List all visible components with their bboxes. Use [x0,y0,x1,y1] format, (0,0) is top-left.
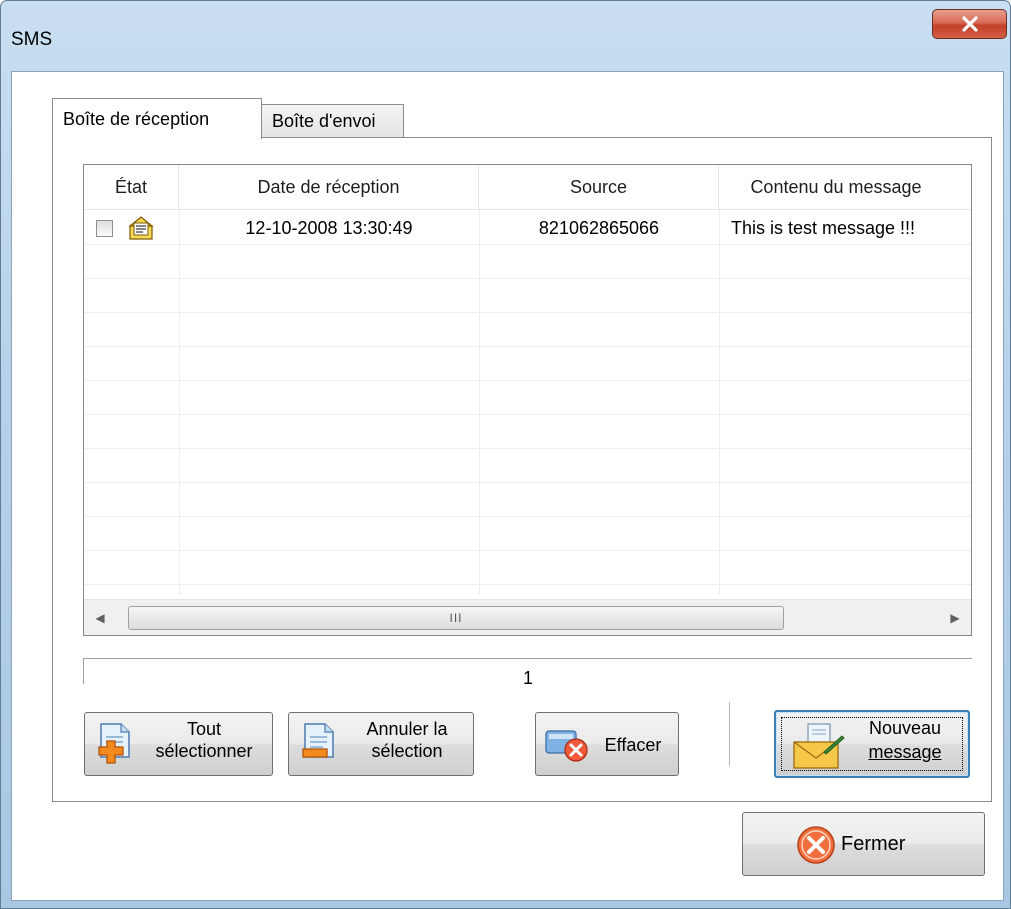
column-header-date[interactable]: Date de réception [179,165,479,210]
empty-row [84,517,971,551]
close-circle-icon [797,826,835,864]
scroll-right-icon[interactable]: ▶ [945,608,965,628]
column-content-label: Contenu du message [750,177,922,197]
close-label: Fermer [841,833,906,855]
column-status-label: État [114,177,148,197]
deselect-icon [302,723,334,758]
title-bar[interactable]: SMS [1,1,1010,71]
row-date: 12-10-2008 13:30:49 [245,217,413,238]
tab-outbox[interactable]: Boîte d'envoi [261,104,404,138]
delete-button[interactable]: Effacer [535,712,679,776]
tab-inbox-label: Boîte de réception [63,108,210,129]
column-date-label: Date de réception [257,177,400,197]
scroll-grip-icon: III [449,611,463,625]
list-header: État Date de réception Source Contenu du… [84,165,971,210]
new-message-label-2: message [868,742,942,762]
scrollbar-thumb[interactable]: III [128,606,784,630]
unread-envelope-icon [128,216,154,240]
select-all-label-1: Tout [186,719,222,739]
select-all-button[interactable]: Tout sélectionner [84,712,273,776]
message-list[interactable]: État Date de réception Source Contenu du… [83,164,972,636]
new-message-icon [793,723,845,769]
button-separator [729,702,730,766]
column-source-label: Source [569,177,628,197]
table-row[interactable]: 12-10-2008 13:30:49 821062865066 This is… [84,211,971,245]
delete-icon [545,730,588,762]
empty-row [84,279,971,313]
empty-row [84,415,971,449]
page-number: 1 [523,668,534,688]
deselect-label-2: sélection [371,741,443,761]
column-header-status[interactable]: État [84,165,179,210]
tab-inbox[interactable]: Boîte de réception [52,98,262,139]
pager-divider [83,658,972,659]
close-icon [961,16,978,32]
empty-row [84,313,971,347]
scroll-left-icon[interactable]: ◀ [90,608,110,628]
empty-row [84,347,971,381]
tab-panel-inbox: État Date de réception Source Contenu du… [52,137,992,802]
sms-window: SMS Boîte de réception Boîte d'envoi Éta… [0,0,1011,909]
row-checkbox[interactable] [96,220,113,237]
column-header-content[interactable]: Contenu du message [719,165,953,210]
empty-row [84,449,971,483]
row-content: This is test message !!! [731,217,916,238]
pager-divider-left [83,658,84,684]
select-all-label-2: sélectionner [155,741,253,761]
dialog-client-area: Boîte de réception Boîte d'envoi État Da… [11,71,1004,901]
deselect-label-1: Annuler la [366,719,448,739]
empty-row [84,381,971,415]
row-source: 821062865066 [538,217,660,238]
empty-row [84,483,971,517]
window-title: SMS [11,29,53,50]
horizontal-scrollbar[interactable]: ◀ III ▶ [84,599,971,635]
close-button[interactable]: Fermer [742,812,985,876]
empty-row [84,245,971,279]
empty-row [84,551,971,585]
column-header-source[interactable]: Source [479,165,719,210]
select-all-icon [98,723,130,764]
window-close-button[interactable] [932,9,1007,39]
new-message-button[interactable]: Nouveau message [774,710,970,778]
deselect-button[interactable]: Annuler la sélection [288,712,474,776]
new-message-label-1: Nouveau [868,718,942,738]
delete-label: Effacer [604,735,662,755]
tab-outbox-label: Boîte d'envoi [272,111,376,131]
